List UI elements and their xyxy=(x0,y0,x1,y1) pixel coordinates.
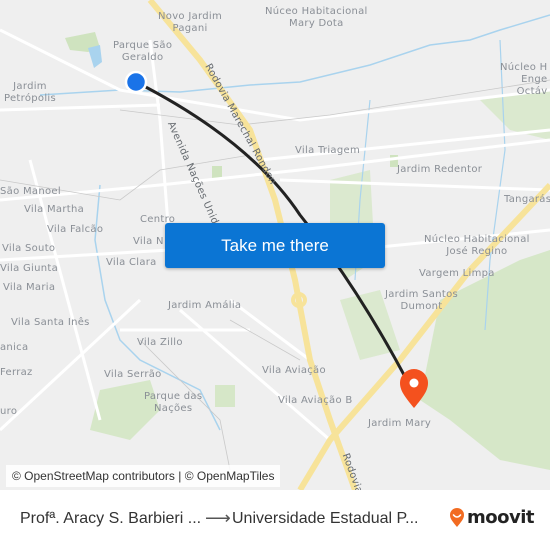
label-vila-martha: Vila Martha xyxy=(24,204,85,215)
destination-stop-name: Universidade Estadual P... xyxy=(232,510,419,527)
arrow-right-icon: ⟶ xyxy=(205,508,231,528)
label-vila-souto: Vila Souto xyxy=(2,243,56,254)
take-me-there-button[interactable]: Take me there xyxy=(165,223,385,268)
label-vargem-limpa: Vargem Limpa xyxy=(419,268,495,279)
label-jardim-santos-dumont: Jardim Santos Dumont xyxy=(385,289,459,312)
label-anica: anica xyxy=(0,342,29,353)
label-uro: uro xyxy=(0,406,18,417)
origin-stop-name: Profª. Aracy S. Barbieri ... xyxy=(20,510,202,527)
label-vila-clara: Vila Clara xyxy=(106,257,157,268)
moovit-logo[interactable]: moovit xyxy=(449,507,535,528)
park-area xyxy=(215,385,235,407)
label-vila-santa-ines: Vila Santa Inês xyxy=(11,317,90,328)
label-jardim-mary: Jardim Mary xyxy=(368,418,432,429)
label-vila-giunta: Vila Giunta xyxy=(0,263,59,274)
label-vila-triagem: Vila Triagem xyxy=(295,145,360,156)
moovit-wordmark: moovit xyxy=(467,507,535,528)
label-jardim-amalia: Jardim Amália xyxy=(168,300,242,311)
label-parque-sao-geraldo: Parque São Geraldo xyxy=(113,40,173,63)
moovit-pin-icon xyxy=(450,507,464,527)
label-vila-falcao: Vila Falcão xyxy=(47,224,104,235)
label-jardim-petropolis: Jardim Petrópolis xyxy=(4,81,56,104)
map-attribution[interactable]: © OpenStreetMap contributors | © OpenMap… xyxy=(6,465,281,487)
route-footer: Profª. Aracy S. Barbieri ... ⟶ Universid… xyxy=(0,490,550,550)
label-vila-maria: Vila Maria xyxy=(3,282,56,293)
label-vila-aviacao: Vila Aviação xyxy=(262,365,326,376)
park-area xyxy=(420,250,550,470)
label-tangaras: Tangarás xyxy=(504,194,550,205)
origin-marker xyxy=(124,70,148,94)
label-vila-serrao: Vila Serrão xyxy=(104,369,162,380)
label-vila-n: Vila N xyxy=(133,236,164,247)
label-vila-zillo: Vila Zillo xyxy=(137,337,183,348)
label-nucleo-jose-regino: Núcleo Habitacional José Regino xyxy=(424,234,530,257)
label-jardim-redentor: Jardim Redentor xyxy=(397,164,483,175)
map-canvas[interactable]: Novo Jardim Pagani Núceo Habitacional Ma… xyxy=(0,0,550,490)
label-nucleo-engeo: Núcleo H Enge Octáv xyxy=(500,62,548,97)
label-ferraz: Ferraz xyxy=(0,367,33,378)
label-sao-manoel: São Manoel xyxy=(0,186,61,197)
label-novo-jardim-pagani: Novo Jardim Pagani xyxy=(158,11,222,34)
label-nucleo-mary-dota: Núceo Habitacional Mary Dota xyxy=(265,6,368,29)
label-vila-aviacao-b: Vila Aviação B xyxy=(278,395,353,406)
lake xyxy=(88,45,102,68)
label-parque-das-nacoes: Parque das Nações xyxy=(144,391,203,414)
